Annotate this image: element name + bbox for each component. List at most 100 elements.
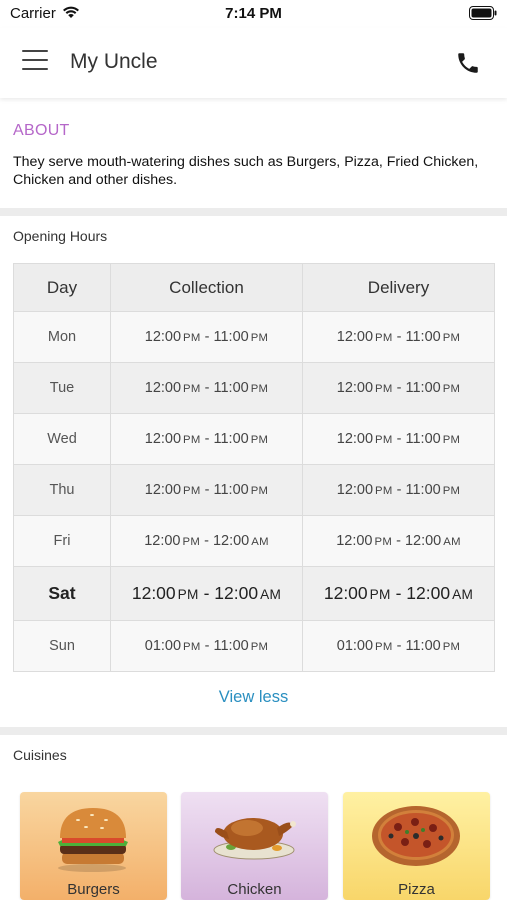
section-divider — [0, 727, 507, 735]
range-separator: - — [200, 329, 214, 345]
period-label: PM — [182, 536, 201, 548]
hamburger-menu-icon[interactable] — [22, 50, 48, 72]
burger-image — [58, 808, 128, 872]
time-value: 11:00 — [213, 329, 249, 345]
period-label: PM — [369, 587, 391, 602]
table-header-row: Day Collection Delivery — [13, 263, 495, 312]
time-value: 11:00 — [213, 638, 249, 654]
collection-hours-cell: 12:00 PM - 12:00 AM — [110, 566, 303, 621]
time-value: 12:00 — [336, 482, 374, 498]
collection-hours-cell: 12:00 PM - 11:00 PM — [110, 413, 303, 465]
delivery-hours-cell: 12:00 PM - 12:00 AM — [302, 566, 495, 621]
opening-hours-heading: Opening Hours — [13, 228, 108, 244]
about-section: ABOUT They serve mouth-watering dishes s… — [0, 110, 507, 208]
pizza-image — [372, 806, 460, 866]
time-value: 12:00 — [336, 329, 374, 345]
time-value: 11:00 — [405, 482, 441, 498]
day-cell: Thu — [13, 464, 111, 516]
period-label: PM — [442, 485, 461, 497]
period-label: PM — [183, 332, 201, 344]
battery-icon — [469, 6, 497, 20]
day-cell: Wed — [13, 413, 111, 465]
cuisine-card-chicken[interactable]: Chicken — [181, 792, 328, 900]
column-header-delivery: Delivery — [302, 263, 495, 312]
phone-icon[interactable] — [455, 50, 481, 76]
opening-hours-table: Day Collection Delivery Mon 12:00 PM - 11:… — [13, 263, 495, 672]
day-cell: Sat — [13, 566, 111, 621]
period-label: PM — [250, 383, 269, 395]
day-cell: Mon — [13, 311, 111, 363]
period-label: PM — [375, 641, 393, 653]
range-separator: - — [200, 380, 214, 396]
cuisine-card-pizza[interactable]: Pizza — [343, 792, 490, 900]
time-value: 12:00 — [323, 583, 368, 603]
clock: 7:14 PM — [225, 5, 282, 22]
time-value: 11:00 — [213, 431, 249, 447]
cuisine-card-burgers[interactable]: Burgers — [20, 792, 167, 900]
period-label: PM — [442, 383, 461, 395]
range-separator: - — [392, 329, 406, 345]
view-less-link[interactable]: View less — [0, 688, 507, 707]
period-label: PM — [250, 434, 269, 446]
range-separator: - — [392, 533, 405, 549]
collection-hours-cell: 12:00 PM - 12:00 AM — [110, 515, 303, 567]
delivery-hours-cell: 01:00 PM - 11:00 PM — [302, 620, 495, 672]
collection-hours-cell: 12:00 PM - 11:00 PM — [110, 362, 303, 414]
time-value: 01:00 — [336, 638, 374, 654]
range-separator: - — [200, 533, 213, 549]
delivery-hours-cell: 12:00 PM - 11:00 PM — [302, 413, 495, 465]
time-value: 12:00 — [144, 533, 181, 549]
time-value: 12:00 — [336, 380, 374, 396]
app-header: My Uncle — [0, 28, 507, 98]
range-separator: - — [392, 380, 406, 396]
time-value: 12:00 — [214, 583, 259, 603]
time-value: 12:00 — [144, 329, 182, 345]
column-header-day: Day — [13, 263, 111, 312]
period-label: PM — [442, 332, 461, 344]
range-separator: - — [200, 431, 214, 447]
time-value: 12:00 — [336, 431, 374, 447]
range-separator: - — [198, 583, 215, 603]
time-value: 12:00 — [212, 533, 250, 549]
time-value: 12:00 — [144, 431, 182, 447]
time-value: 12:00 — [406, 583, 451, 603]
status-bar: Carrier 7:14 PM — [0, 0, 507, 28]
period-label: PM — [374, 536, 393, 548]
time-value: 11:00 — [405, 638, 441, 654]
collection-hours-cell: 12:00 PM - 11:00 PM — [110, 464, 303, 516]
day-cell: Tue — [13, 362, 111, 414]
table-row: Mon 12:00 PM - 11:00 PM 12:00 PM - 11:00 PM — [13, 311, 495, 363]
time-value: 12:00 — [404, 533, 442, 549]
range-separator: - — [390, 583, 407, 603]
time-value: 11:00 — [213, 380, 249, 396]
range-separator: - — [200, 638, 214, 654]
roast-chicken-image — [213, 818, 296, 860]
cuisine-label: Chicken — [227, 881, 282, 898]
delivery-hours-cell: 12:00 PM - 11:00 PM — [302, 362, 495, 414]
cuisine-label: Pizza — [398, 881, 435, 898]
delivery-hours-cell: 12:00 PM - 11:00 PM — [302, 464, 495, 516]
range-separator: - — [392, 431, 406, 447]
collection-hours-cell: 12:00 PM - 11:00 PM — [110, 311, 303, 363]
period-label: AM — [260, 587, 282, 602]
delivery-hours-cell: 12:00 PM - 11:00 PM — [302, 311, 495, 363]
about-heading: ABOUT — [13, 122, 70, 139]
period-label: AM — [452, 587, 474, 602]
period-label: PM — [183, 434, 201, 446]
period-label: PM — [183, 383, 201, 395]
period-label: PM — [177, 587, 199, 602]
period-label: PM — [250, 485, 269, 497]
period-label: PM — [183, 641, 201, 653]
column-header-collection: Collection — [110, 263, 303, 312]
table-row: Sun 01:00 PM - 11:00 PM 01:00 PM - 11:00 PM — [13, 620, 495, 672]
table-row: Tue 12:00 PM - 11:00 PM 12:00 PM - 11:00 PM — [13, 362, 495, 414]
time-value: 12:00 — [131, 583, 176, 603]
range-separator: - — [392, 482, 406, 498]
time-value: 12:00 — [144, 482, 182, 498]
time-value: 12:00 — [336, 533, 373, 549]
time-value: 11:00 — [405, 329, 441, 345]
range-separator: - — [200, 482, 214, 498]
time-value: 11:00 — [213, 482, 249, 498]
delivery-hours-cell: 12:00 PM - 12:00 AM — [302, 515, 495, 567]
day-cell: Fri — [13, 515, 111, 567]
